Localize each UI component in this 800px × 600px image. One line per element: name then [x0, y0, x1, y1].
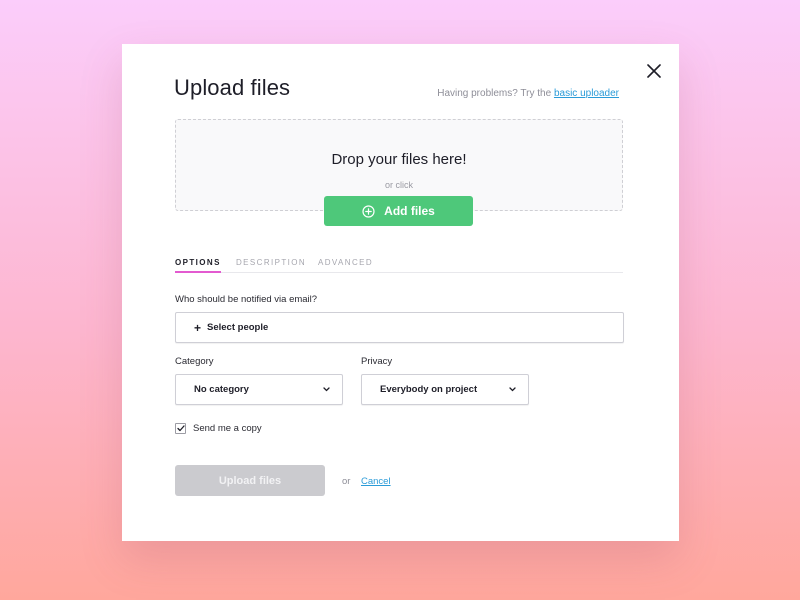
tab-bar: OPTIONS DESCRIPTION ADVANCED	[175, 256, 623, 273]
upload-dialog: Upload files Having problems? Try the ba…	[122, 44, 679, 541]
basic-uploader-link[interactable]: basic uploader	[554, 88, 619, 99]
add-files-button[interactable]: Add files	[324, 196, 473, 226]
upload-files-button[interactable]: Upload files	[175, 465, 325, 496]
chevron-down-icon	[323, 387, 330, 392]
close-button[interactable]	[641, 58, 667, 84]
privacy-select[interactable]: Everybody on project	[361, 374, 529, 405]
tab-options[interactable]: OPTIONS	[175, 258, 221, 273]
notify-label: Who should be notified via email?	[175, 294, 318, 305]
privacy-value: Everybody on project	[380, 384, 478, 395]
select-people-field[interactable]: + Select people	[175, 312, 624, 343]
checkmark-icon	[176, 425, 185, 432]
chevron-down-icon	[509, 387, 516, 392]
category-value: No category	[194, 384, 249, 395]
dropzone-title: Drop your files here!	[331, 151, 467, 168]
tab-description[interactable]: DESCRIPTION	[236, 258, 306, 267]
send-copy-label: Send me a copy	[193, 423, 262, 434]
plus-icon: +	[194, 320, 202, 335]
help-text-prefix: Having problems? Try the	[437, 88, 552, 99]
cancel-link[interactable]: Cancel	[361, 476, 391, 487]
or-text: or	[342, 476, 351, 487]
category-select[interactable]: No category	[175, 374, 343, 405]
close-icon	[647, 64, 661, 78]
privacy-label: Privacy	[361, 356, 393, 367]
select-people-label: Select people	[207, 322, 269, 333]
dialog-title: Upload files	[174, 75, 291, 100]
dropzone-or-click: or click	[384, 180, 413, 190]
plus-circle-icon	[362, 204, 375, 218]
add-files-label: Add files	[384, 204, 435, 218]
help-text: Having problems? Try the basic uploader	[437, 88, 619, 99]
checkbox-box[interactable]	[175, 423, 186, 434]
tab-advanced[interactable]: ADVANCED	[318, 258, 373, 267]
send-copy-checkbox[interactable]: Send me a copy	[175, 423, 262, 434]
category-label: Category	[175, 356, 214, 367]
